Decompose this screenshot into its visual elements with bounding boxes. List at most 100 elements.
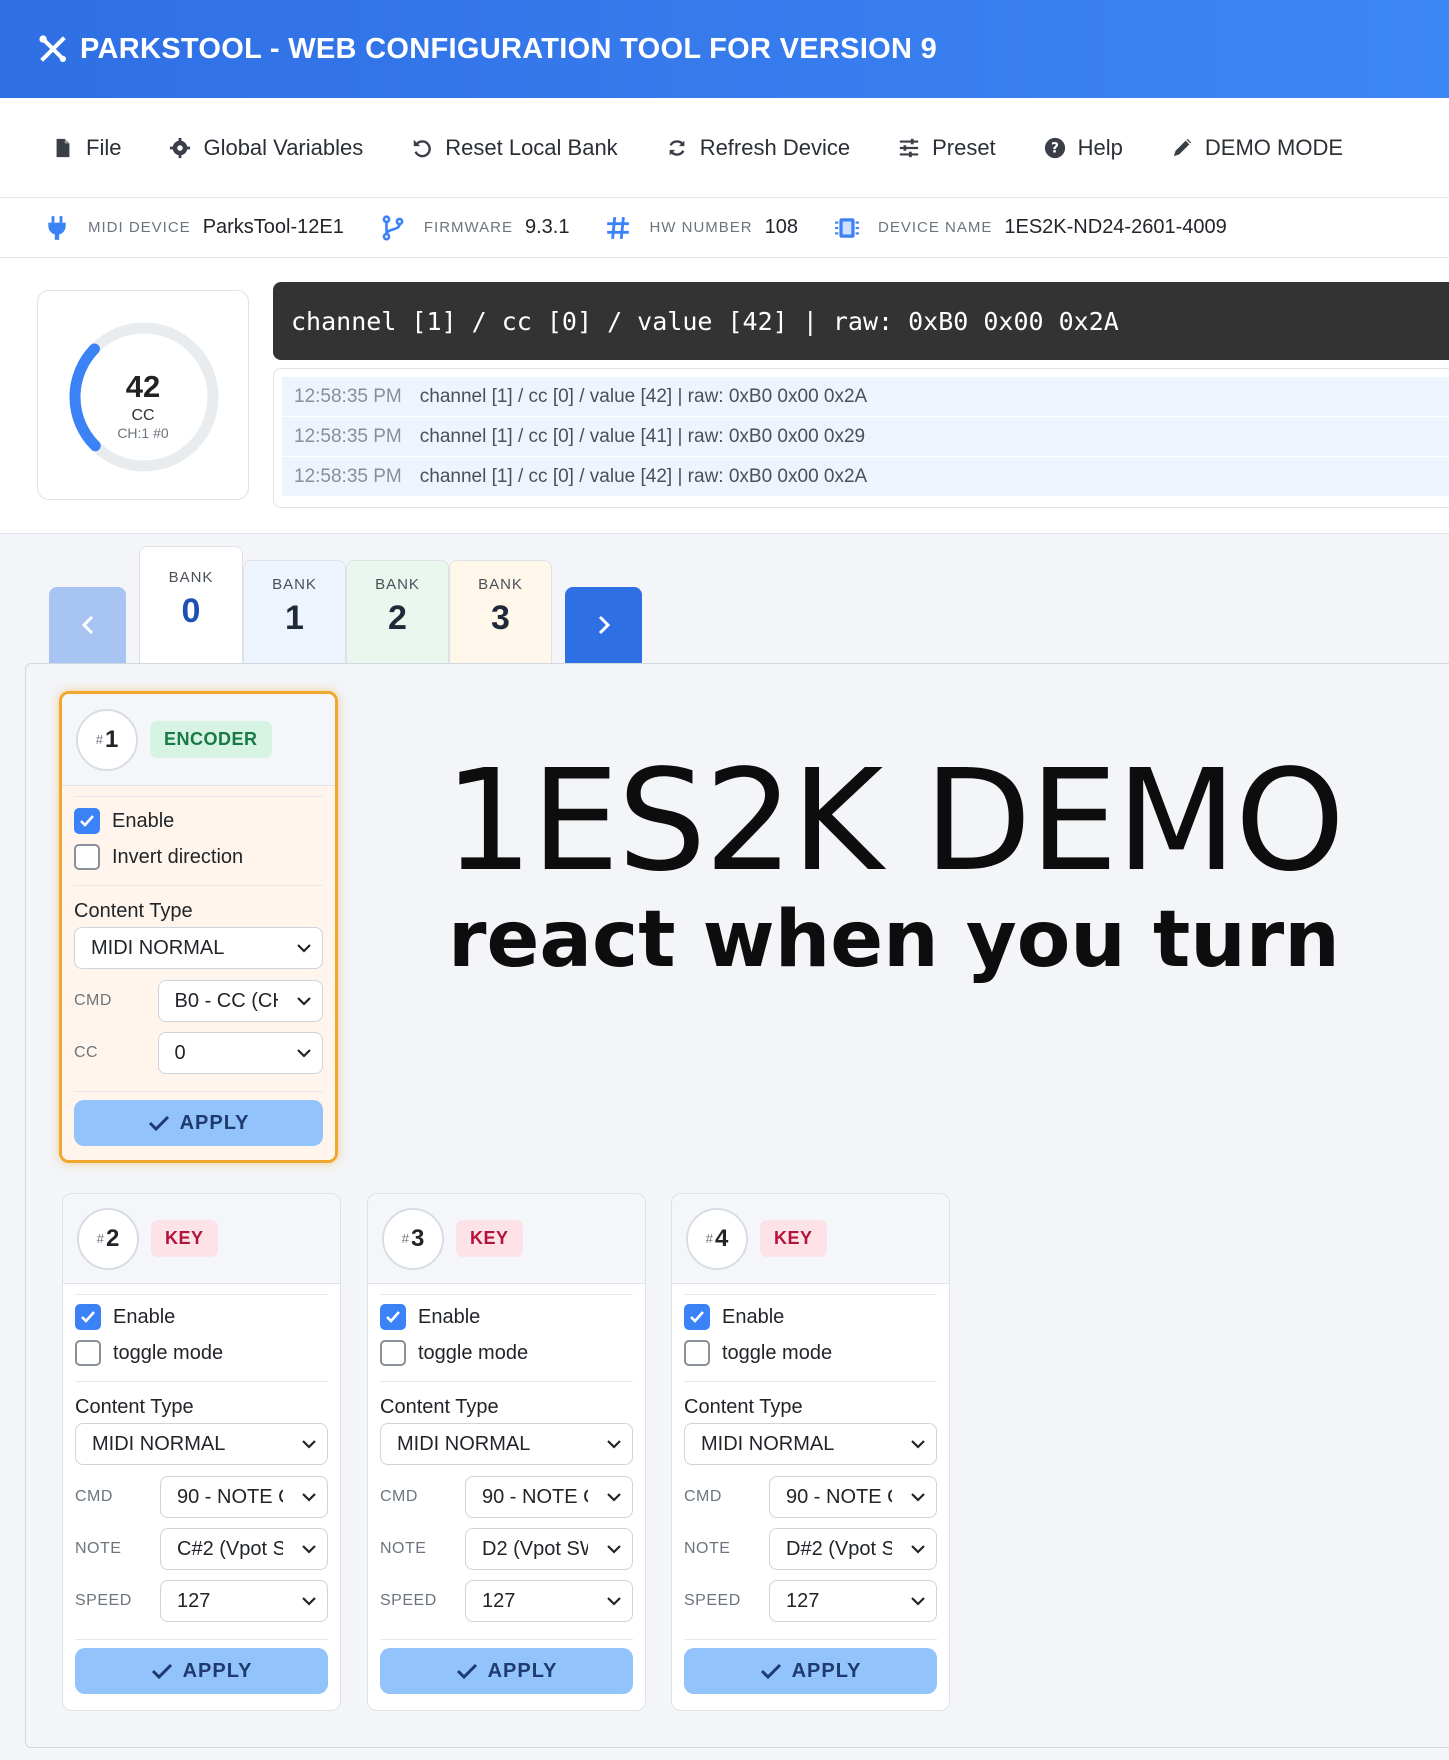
speed-select[interactable]: 127	[769, 1580, 937, 1622]
menu-global-variables[interactable]: Global Variables	[169, 135, 363, 161]
cmd-select[interactable]: 90 - NOTE C	[769, 1476, 937, 1518]
bank-tab-1[interactable]: BANK 1	[243, 560, 346, 664]
param-row-cmd: CMD 90 - NOTE C	[75, 1471, 328, 1523]
bank-tab-2[interactable]: BANK 2	[346, 560, 449, 664]
demo-subtitle: react when you turn	[448, 895, 1340, 985]
chevron-down-icon	[302, 1597, 316, 1606]
pencil-icon	[1173, 138, 1192, 156]
enable-checkbox[interactable]: Enable	[75, 1299, 328, 1335]
chevron-down-icon	[911, 1597, 925, 1606]
check-icon	[148, 1115, 169, 1132]
apply-button[interactable]: APPLY	[684, 1648, 937, 1694]
menu-demo-mode[interactable]: DEMO MODE	[1171, 135, 1343, 161]
note-select[interactable]: D2 (Vpot SW	[465, 1528, 633, 1570]
apply-button[interactable]: APPLY	[74, 1100, 323, 1146]
content-type-select[interactable]: MIDI NORMAL	[380, 1423, 633, 1465]
hw-number-label: HW NUMBER	[649, 219, 753, 236]
apply-label: APPLY	[791, 1659, 862, 1682]
midi-device-info: MIDI DEVICE ParksTool-12E1	[44, 215, 344, 241]
menu-preset-label: Preset	[932, 134, 996, 160]
bank-tab-3[interactable]: BANK 3	[449, 560, 552, 664]
gauge-channel: CH:1 #0	[117, 425, 169, 441]
log-time: 12:58:35 PM	[294, 425, 402, 447]
toggle-mode-label: toggle mode	[113, 1341, 224, 1364]
app-title: PARKSTOOL - WEB CONFIGURATION TOOL FOR V…	[80, 32, 938, 65]
control-number-value: 3	[410, 1224, 425, 1252]
enable-checkbox[interactable]: Enable	[74, 803, 323, 839]
type-badge: KEY	[760, 1220, 827, 1257]
chevron-down-icon	[607, 1545, 621, 1554]
enable-label: Enable	[722, 1305, 785, 1328]
cc-select[interactable]: 0	[157, 1032, 323, 1074]
chevron-down-icon	[911, 1493, 925, 1502]
check-icon	[760, 1663, 781, 1680]
control-card-3[interactable]: # 3 KEY Enable toggle mode Content Type …	[367, 1193, 646, 1711]
apply-label: APPLY	[179, 1111, 250, 1134]
checkbox-checked[interactable]	[74, 808, 100, 834]
invert-direction-label: Invert direction	[112, 845, 244, 868]
control-card-4[interactable]: # 4 KEY Enable toggle mode Content Type …	[671, 1193, 950, 1711]
menu-file[interactable]: File	[52, 135, 121, 161]
log-message: channel [1] / cc [0] / value [42] | raw:…	[419, 385, 868, 407]
control-card-1[interactable]: # 1 ENCODER Enable Invert direction Cont…	[59, 691, 338, 1163]
speed-select[interactable]: 127	[160, 1580, 328, 1622]
log-row: 12:58:35 PM channel [1] / cc [0] / value…	[282, 377, 1449, 416]
checkbox-checked[interactable]	[75, 1304, 101, 1330]
log-message: channel [1] / cc [0] / value [41] | raw:…	[419, 425, 866, 447]
apply-button[interactable]: APPLY	[75, 1648, 328, 1694]
help-icon: ?	[1044, 137, 1065, 158]
apply-label: APPLY	[487, 1659, 558, 1682]
content-type-select[interactable]: MIDI NORMAL	[684, 1423, 937, 1465]
invert-direction-checkbox[interactable]: Invert direction	[74, 839, 323, 875]
gauge-value: 42	[125, 369, 161, 404]
checkbox-unchecked[interactable]	[684, 1340, 710, 1366]
content-type-select[interactable]: MIDI NORMAL	[75, 1423, 328, 1465]
checkbox-unchecked[interactable]	[380, 1340, 406, 1366]
param-label: SPEED	[75, 1592, 132, 1609]
log-row: 12:58:35 PM channel [1] / cc [0] / value…	[282, 457, 1449, 496]
bank-prev-button[interactable]	[49, 587, 126, 663]
check-icon	[456, 1663, 477, 1680]
apply-button[interactable]: APPLY	[380, 1648, 633, 1694]
chevron-down-icon	[911, 1545, 925, 1554]
note-select[interactable]: C#2 (Vpot S\	[160, 1528, 328, 1570]
type-badge: KEY	[151, 1220, 218, 1257]
menu-demo-mode-label: DEMO MODE	[1204, 134, 1344, 160]
sliders-icon	[899, 138, 919, 157]
speed-value: 127	[177, 1589, 211, 1612]
enable-checkbox[interactable]: Enable	[380, 1299, 633, 1335]
card-body: Enable toggle mode Content Type MIDI NOR…	[672, 1284, 949, 1694]
menu-refresh-device[interactable]: Refresh Device	[666, 135, 850, 161]
cmd-select[interactable]: 90 - NOTE C	[465, 1476, 633, 1518]
message-log[interactable]: 12:58:35 PM channel [1] / cc [0] / value…	[273, 368, 1449, 508]
control-number-hash: #	[705, 1231, 713, 1246]
control-number: # 1	[76, 708, 138, 771]
cmd-select[interactable]: B0 - CC (CH	[157, 980, 323, 1022]
check-icon	[386, 1311, 400, 1323]
bank-next-button[interactable]	[565, 587, 642, 663]
param-row-speed: SPEED 127	[684, 1575, 937, 1627]
chevron-down-icon	[302, 1545, 316, 1554]
toggle-mode-checkbox[interactable]: toggle mode	[684, 1335, 937, 1371]
menu-bar: File Global Variables Reset Local Bank R…	[0, 98, 1449, 198]
checkbox-unchecked[interactable]	[74, 844, 100, 870]
checkbox-checked[interactable]	[380, 1304, 406, 1330]
note-select[interactable]: D#2 (Vpot S\	[769, 1528, 937, 1570]
midi-monitor-area: 42 CC CH:1 #0 channel [1] / cc [0] / val…	[0, 258, 1449, 534]
control-card-2[interactable]: # 2 KEY Enable toggle mode Content Type …	[62, 1193, 341, 1711]
param-row-cc: CC 0	[74, 1027, 323, 1079]
bank-tab-0[interactable]: BANK 0	[139, 546, 243, 664]
control-number-value: 2	[105, 1224, 120, 1252]
toggle-mode-checkbox[interactable]: toggle mode	[380, 1335, 633, 1371]
enable-checkbox[interactable]: Enable	[684, 1299, 937, 1335]
cmd-select[interactable]: 90 - NOTE C	[160, 1476, 328, 1518]
content-type-select[interactable]: MIDI NORMAL	[74, 927, 323, 969]
menu-help[interactable]: ? Help	[1044, 135, 1123, 161]
menu-reset-local-bank[interactable]: Reset Local Bank	[411, 135, 618, 161]
speed-select[interactable]: 127	[465, 1580, 633, 1622]
toggle-mode-checkbox[interactable]: toggle mode	[75, 1335, 328, 1371]
checkbox-unchecked[interactable]	[75, 1340, 101, 1366]
checkbox-checked[interactable]	[684, 1304, 710, 1330]
menu-preset[interactable]: Preset	[898, 135, 996, 161]
param-row-speed: SPEED 127	[380, 1575, 633, 1627]
